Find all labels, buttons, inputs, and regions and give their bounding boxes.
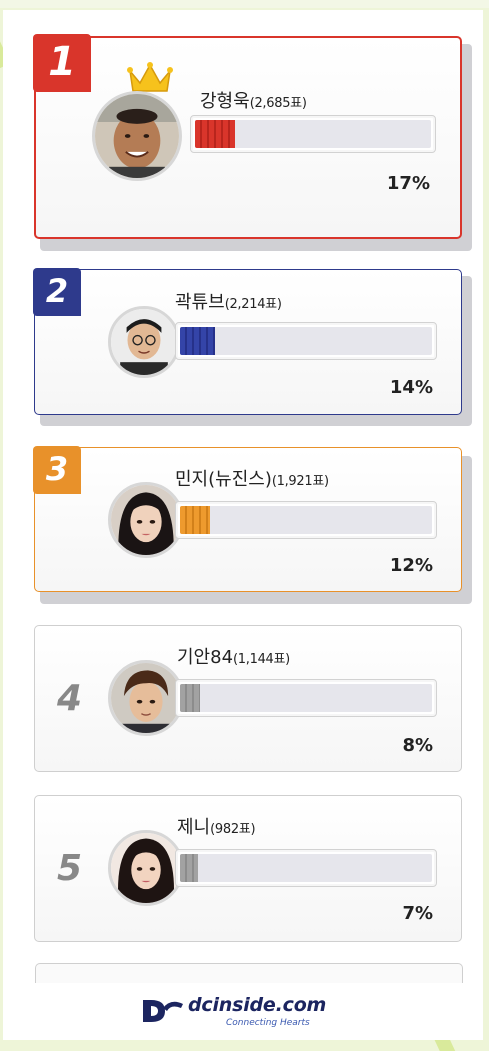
vote-bar — [175, 322, 437, 360]
logo-text[interactable]: dcinside.com — [188, 994, 326, 1016]
panel-top-edge — [0, 0, 489, 8]
avatar-man-smiling — [92, 91, 182, 181]
vote-bar — [175, 679, 437, 717]
logo-tagline: Connecting Hearts — [226, 1018, 310, 1028]
avatar-man-glasses — [108, 306, 180, 378]
vote-count: (2,685표) — [249, 96, 307, 111]
candidate-name: 민지(뉴진스) — [175, 469, 272, 490]
vote-bar-fill — [180, 327, 216, 355]
candidate-name-line: 제니(982표) — [177, 813, 256, 839]
rank-badge: 1 — [33, 34, 91, 92]
vote-count: (1,144표) — [233, 652, 290, 667]
candidate-name: 제니 — [177, 817, 211, 838]
vote-percent: 7% — [402, 903, 433, 924]
vote-percent: 17% — [386, 173, 430, 194]
vote-bar-fill — [180, 854, 198, 882]
rank-number: 4 — [57, 678, 83, 719]
vote-percent: 8% — [402, 735, 433, 756]
candidate-name-line: 곽튜브(2,214표) — [175, 288, 282, 314]
footer: dcinside.com Connecting Hearts — [0, 992, 489, 1037]
rank-card-partial — [35, 963, 463, 983]
candidate-name: 강형욱 — [200, 91, 250, 112]
vote-percent: 12% — [389, 555, 433, 576]
avatar-man-brown-hair — [108, 660, 184, 736]
avatar-woman-dark-hair — [108, 482, 184, 558]
candidate-name-line: 기안84(1,144표) — [177, 643, 290, 669]
candidate-name-line: 민지(뉴진스)(1,921표) — [175, 465, 329, 491]
candidate-name-line: 강형욱(2,685표) — [200, 87, 307, 113]
vote-percent: 14% — [389, 377, 433, 398]
vote-bar — [190, 115, 436, 153]
crown-icon — [127, 61, 173, 95]
vote-bar — [175, 849, 437, 887]
rank-badge: 3 — [33, 446, 81, 494]
avatar-woman-long-hair — [108, 830, 184, 906]
vote-count: (982표) — [210, 822, 256, 837]
dcinside-logo-icon — [137, 992, 185, 1026]
vote-bar-fill — [180, 684, 201, 712]
vote-bar — [175, 501, 437, 539]
vote-bar-fill — [195, 120, 236, 148]
vote-count: (2,214표) — [224, 297, 282, 312]
vote-count: (1,921표) — [271, 474, 329, 489]
candidate-name: 기안84 — [177, 647, 234, 668]
vote-bar-fill — [180, 506, 211, 534]
rank-badge: 2 — [33, 268, 81, 316]
candidate-name: 곽튜브 — [175, 292, 225, 313]
rank-number: 5 — [57, 848, 83, 889]
